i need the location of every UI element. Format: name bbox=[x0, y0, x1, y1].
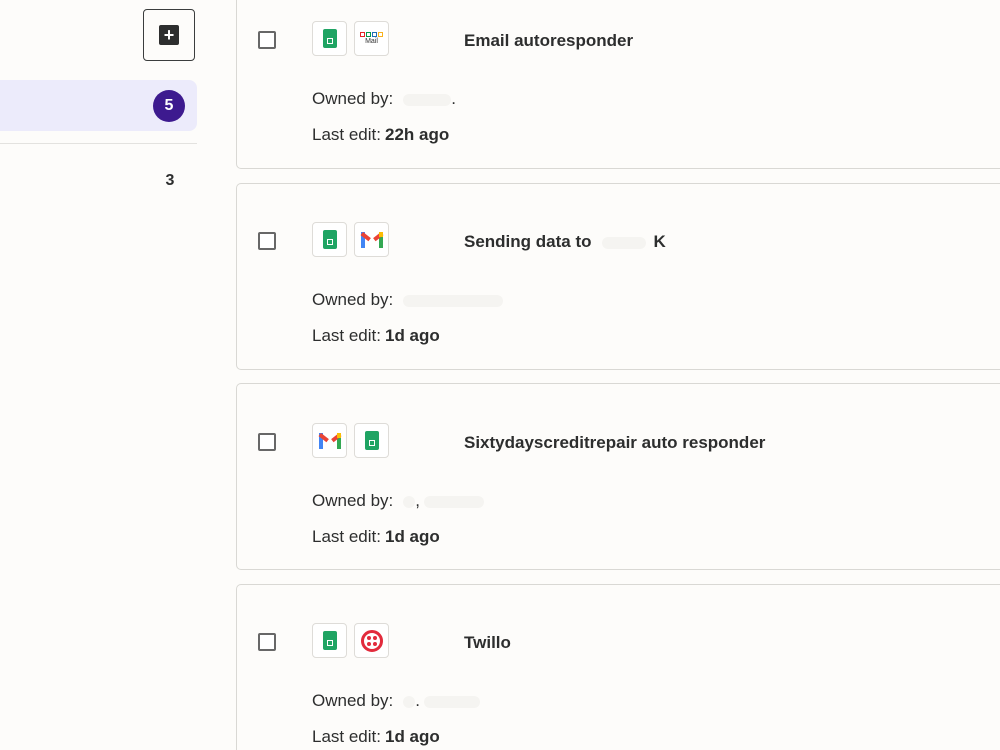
zap-card[interactable]: Twillo Owned by:. Last edit: 1d ago bbox=[236, 584, 1000, 750]
zap-title[interactable]: Sixtydayscreditrepair auto responder bbox=[464, 433, 765, 453]
redacted-owner bbox=[403, 294, 504, 307]
redacted-owner bbox=[424, 495, 484, 508]
owned-by-label: Owned by: bbox=[312, 290, 394, 309]
last-edit-value: 1d ago bbox=[385, 527, 440, 546]
zap-title[interactable]: Twillo bbox=[464, 633, 511, 653]
create-button[interactable]: + bbox=[143, 9, 195, 61]
count-badge: 5 bbox=[153, 90, 185, 122]
last-edit-label: Last edit: bbox=[312, 727, 381, 746]
sidebar-item[interactable]: 3 bbox=[0, 160, 197, 204]
zoho-mail-icon: Mail bbox=[354, 21, 389, 56]
last-edit-label: Last edit: bbox=[312, 125, 381, 144]
twilio-icon bbox=[354, 623, 389, 658]
owner-suffix: , bbox=[415, 491, 420, 510]
last-edit-label: Last edit: bbox=[312, 326, 381, 345]
owned-by-label: Owned by: bbox=[312, 491, 394, 510]
last-edit-label: Last edit: bbox=[312, 527, 381, 546]
owned-by-label: Owned by: bbox=[312, 691, 394, 710]
last-edit-value: 1d ago bbox=[385, 727, 440, 746]
redacted-owner bbox=[424, 695, 480, 708]
zap-checkbox[interactable] bbox=[258, 633, 276, 651]
last-edit-line: Last edit: 1d ago bbox=[312, 326, 440, 346]
owner-line: Owned by:, bbox=[312, 491, 484, 511]
zap-title-suffix: K bbox=[653, 232, 666, 251]
owner-line: Owned by:. bbox=[312, 89, 456, 109]
owner-suffix: . bbox=[451, 89, 456, 108]
zap-checkbox[interactable] bbox=[258, 31, 276, 49]
redacted-title bbox=[601, 236, 646, 249]
owner-suffix: . bbox=[415, 691, 420, 710]
last-edit-line: Last edit: 22h ago bbox=[312, 125, 449, 145]
last-edit-value: 22h ago bbox=[385, 125, 450, 144]
google-sheets-icon bbox=[312, 21, 347, 56]
gmail-icon bbox=[354, 222, 389, 257]
sidebar: + 5 3 bbox=[0, 0, 205, 750]
redacted-owner bbox=[403, 93, 452, 106]
last-edit-value: 1d ago bbox=[385, 326, 440, 345]
zap-title-text: Sending data to bbox=[464, 232, 592, 251]
zap-card[interactable]: Sixtydayscreditrepair auto responder Own… bbox=[236, 383, 1000, 570]
zap-checkbox[interactable] bbox=[258, 433, 276, 451]
sidebar-divider bbox=[0, 143, 197, 144]
gmail-icon bbox=[312, 423, 347, 458]
google-sheets-icon bbox=[312, 222, 347, 257]
last-edit-line: Last edit: 1d ago bbox=[312, 527, 440, 547]
zap-card[interactable]: Mail Email autoresponder Owned by:. Last… bbox=[236, 0, 1000, 169]
owned-by-label: Owned by: bbox=[312, 89, 394, 108]
zap-checkbox[interactable] bbox=[258, 232, 276, 250]
owner-line: Owned by: bbox=[312, 290, 504, 310]
item-count: 3 bbox=[165, 172, 175, 189]
plus-icon: + bbox=[159, 25, 179, 45]
zap-title[interactable]: Email autoresponder bbox=[464, 31, 633, 51]
zaps-page: + 5 3 Mail Email autoresponder Owned by:… bbox=[0, 0, 1000, 750]
redacted-owner bbox=[403, 495, 416, 508]
last-edit-line: Last edit: 1d ago bbox=[312, 727, 440, 747]
owner-line: Owned by:. bbox=[312, 691, 480, 711]
sidebar-item-active[interactable]: 5 bbox=[0, 80, 197, 131]
google-sheets-icon bbox=[354, 423, 389, 458]
zap-title[interactable]: Sending data to K bbox=[464, 232, 666, 252]
google-sheets-icon bbox=[312, 623, 347, 658]
redacted-owner bbox=[403, 695, 416, 708]
zap-card[interactable]: Sending data to K Owned by: Last edit: 1d … bbox=[236, 183, 1000, 370]
